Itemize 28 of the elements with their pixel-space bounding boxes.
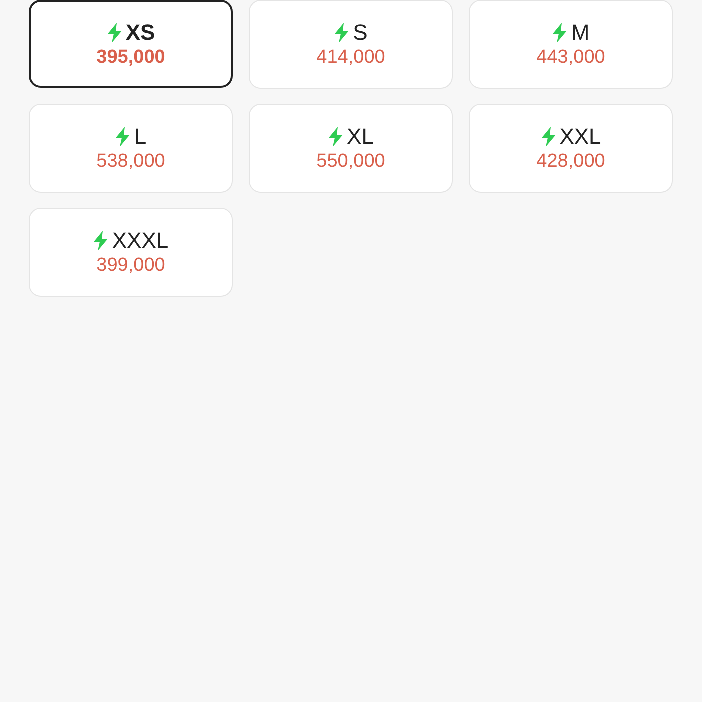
size-option[interactable]: XL 550,000 [249, 104, 453, 193]
size-option[interactable]: S 414,000 [249, 0, 453, 89]
lightning-icon [334, 23, 350, 43]
price: 399,000 [96, 256, 166, 275]
price: 428,000 [536, 152, 606, 171]
size-label: XXL [560, 126, 602, 148]
lightning-icon [540, 127, 557, 147]
size-label: XXXL [112, 230, 169, 252]
size-label: L [134, 126, 147, 148]
size-option[interactable]: L 538,000 [29, 104, 233, 193]
price: 443,000 [536, 48, 606, 67]
size-option[interactable]: XS 395,000 [29, 0, 233, 88]
size-option[interactable]: XXL 428,000 [469, 104, 673, 193]
size-option[interactable]: XXXL 399,000 [29, 208, 233, 297]
price: 538,000 [96, 152, 166, 171]
size-label: S [353, 22, 368, 44]
lightning-icon [328, 127, 344, 147]
lightning-icon [93, 231, 110, 251]
size-label: XL [347, 126, 374, 148]
size-label: XS [126, 22, 156, 44]
price: 395,000 [96, 48, 166, 66]
lightning-icon [115, 127, 132, 147]
size-label: M [571, 22, 590, 44]
lightning-icon [552, 23, 568, 43]
lightning-icon [106, 22, 123, 42]
size-option[interactable]: M 443,000 [469, 0, 673, 89]
price: 550,000 [316, 152, 386, 171]
price: 414,000 [316, 48, 386, 67]
